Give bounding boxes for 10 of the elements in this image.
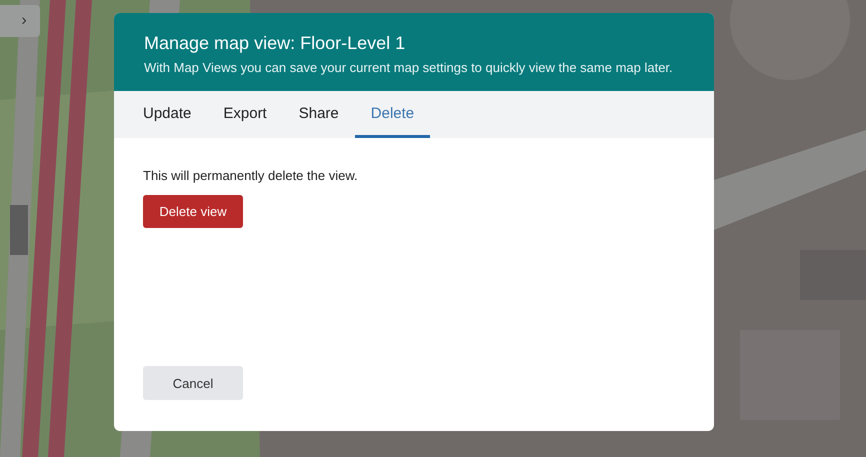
tab[interactable]: Delete xyxy=(354,91,430,138)
delete-view-button[interactable]: Delete view xyxy=(143,195,243,228)
warning-message: This will permanently delete the view. xyxy=(143,168,358,183)
tab[interactable]: Export xyxy=(207,91,283,138)
cancel-button[interactable]: Cancel xyxy=(143,366,243,400)
dialog-title: Manage map view: Floor-Level 1 xyxy=(144,33,406,54)
tab[interactable]: Update xyxy=(127,91,208,138)
expand-button[interactable]: › xyxy=(0,5,40,37)
dialog-subtitle: With Map Views you can save your current map settings to quickly view the same map later. xyxy=(144,60,674,75)
tab[interactable]: Share xyxy=(282,91,355,138)
